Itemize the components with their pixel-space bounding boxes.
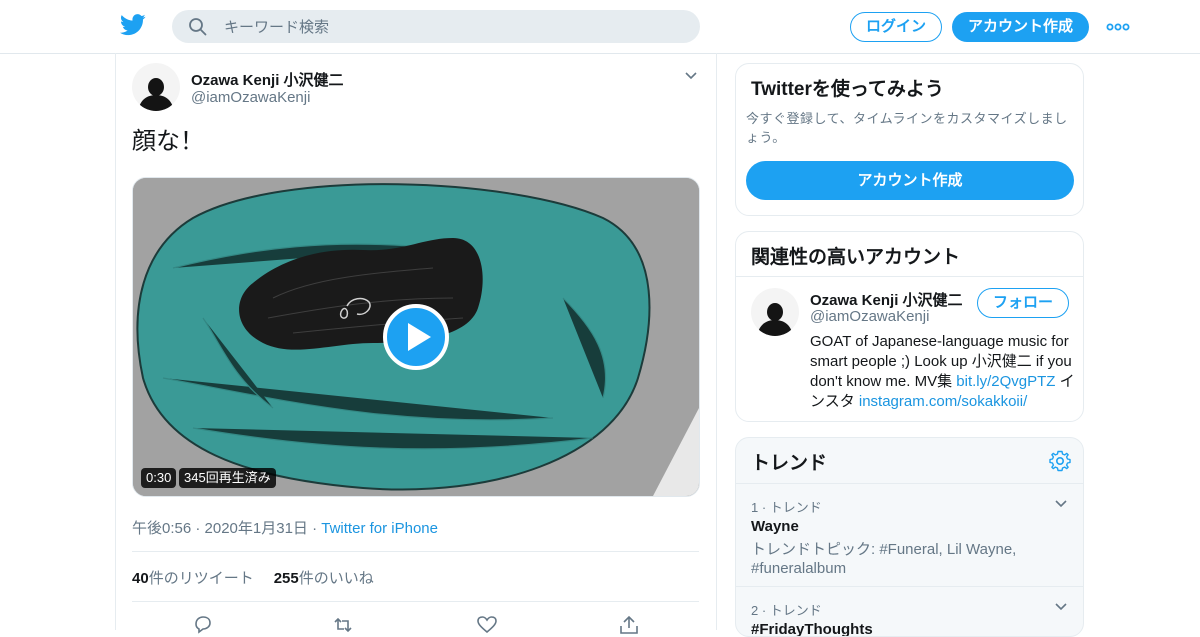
related-accounts-title: 関連性の高いアカウント — [751, 247, 961, 268]
video-views-badge: 345回再生済み — [179, 468, 276, 488]
related-user-avatar[interactable] — [751, 288, 799, 336]
signup-card-button[interactable]: アカウント作成 — [746, 161, 1074, 200]
related-user-handle[interactable]: @iamOzawaKenji — [810, 308, 929, 325]
like-label: 件のいいね — [298, 570, 374, 587]
trend-name: #FridayThoughts — [751, 621, 873, 637]
settings-gear-icon[interactable] — [1049, 450, 1071, 472]
avatar-silhouette-icon — [751, 288, 799, 336]
retweet-icon[interactable] — [332, 615, 354, 635]
tweet-source-link[interactable]: Twitter for iPhone — [321, 520, 438, 537]
more-options-icon[interactable] — [1106, 17, 1130, 37]
trends-title: トレンド — [751, 453, 828, 474]
retweet-label: 件のリツイート — [148, 570, 254, 587]
trend-topic: トレンドトピック: #Funeral, Lil Wayne, #funerala… — [751, 541, 1017, 577]
retweet-count: 40 — [132, 570, 149, 587]
retweet-stat[interactable]: 40件のリツイート — [132, 570, 254, 587]
signup-card: Twitterを使ってみよう 今すぐ登録して、タイムラインをカスタマイズしましょ… — [735, 63, 1084, 216]
tweet-actions — [116, 613, 716, 635]
author-name[interactable]: Ozawa Kenji 小沢健二 — [191, 69, 344, 90]
bio-link-mv[interactable]: bit.ly/2QvgPTZ — [956, 373, 1055, 390]
divider — [736, 483, 1083, 484]
tweet-metadata: 午後0:56 · 2020年1月31日 · Twitter for iPhone — [132, 517, 438, 538]
related-accounts-card: 関連性の高いアカウント Ozawa Kenji 小沢健二 @iamOzawaKe… — [735, 231, 1084, 422]
search-box[interactable] — [172, 10, 700, 45]
divider — [132, 551, 699, 552]
related-user-bio: GOAT of Japanese-language music for smar… — [810, 332, 1075, 412]
video-player[interactable]: 0:30 345回再生済み — [132, 177, 700, 497]
divider — [736, 586, 1083, 587]
trend-meta: 1 · トレンド — [751, 500, 822, 515]
related-user-name[interactable]: Ozawa Kenji 小沢健二 — [810, 289, 963, 310]
like-heart-icon[interactable] — [476, 615, 498, 635]
avatar-silhouette-icon — [132, 63, 180, 111]
reply-icon[interactable] — [192, 615, 214, 635]
like-count: 255 — [273, 570, 299, 587]
top-header: ログイン アカウント作成 — [0, 0, 1200, 54]
login-button[interactable]: ログイン — [850, 12, 942, 42]
chevron-down-icon[interactable] — [1054, 497, 1068, 511]
tweet-detail-column: Ozawa Kenji 小沢健二 @iamOzawaKenji 顔な！ 0:30… — [115, 53, 717, 635]
trends-card: トレンド 1 · トレンド Wayne トレンドトピック: #Funeral, … — [735, 437, 1084, 637]
bio-link-instagram[interactable]: instagram.com/sokakkoii/ — [859, 393, 1027, 410]
play-button-icon[interactable] — [383, 304, 449, 370]
tweet-stats: 40件のリツイート 255件のいいね — [132, 567, 374, 588]
chevron-down-icon[interactable] — [1054, 600, 1068, 614]
author-avatar[interactable] — [132, 63, 180, 111]
author-handle[interactable]: @iamOzawaKenji — [191, 89, 310, 106]
share-icon[interactable] — [618, 615, 640, 635]
signup-button[interactable]: アカウント作成 — [952, 12, 1089, 42]
follow-button[interactable]: フォロー — [977, 288, 1069, 318]
divider — [736, 276, 1083, 277]
like-stat[interactable]: 255件のいいね — [274, 570, 374, 587]
trend-name: Wayne — [751, 518, 799, 535]
chevron-down-icon[interactable] — [684, 69, 698, 83]
tweet-text: 顔な！ — [132, 127, 204, 155]
search-input[interactable] — [222, 10, 686, 45]
tweet-timestamp[interactable]: 午後0:56 · 2020年1月31日 · — [132, 520, 321, 537]
signup-card-title: Twitterを使ってみよう — [751, 79, 944, 100]
trend-meta: 2 · トレンド — [751, 603, 822, 618]
divider — [132, 601, 699, 602]
video-duration-badge: 0:30 — [141, 468, 177, 488]
signup-card-description: 今すぐ登録して、タイムラインをカスタマイズしましょう。 — [746, 111, 1068, 145]
search-icon — [189, 18, 207, 36]
twitter-bird-logo-icon[interactable] — [120, 14, 146, 36]
